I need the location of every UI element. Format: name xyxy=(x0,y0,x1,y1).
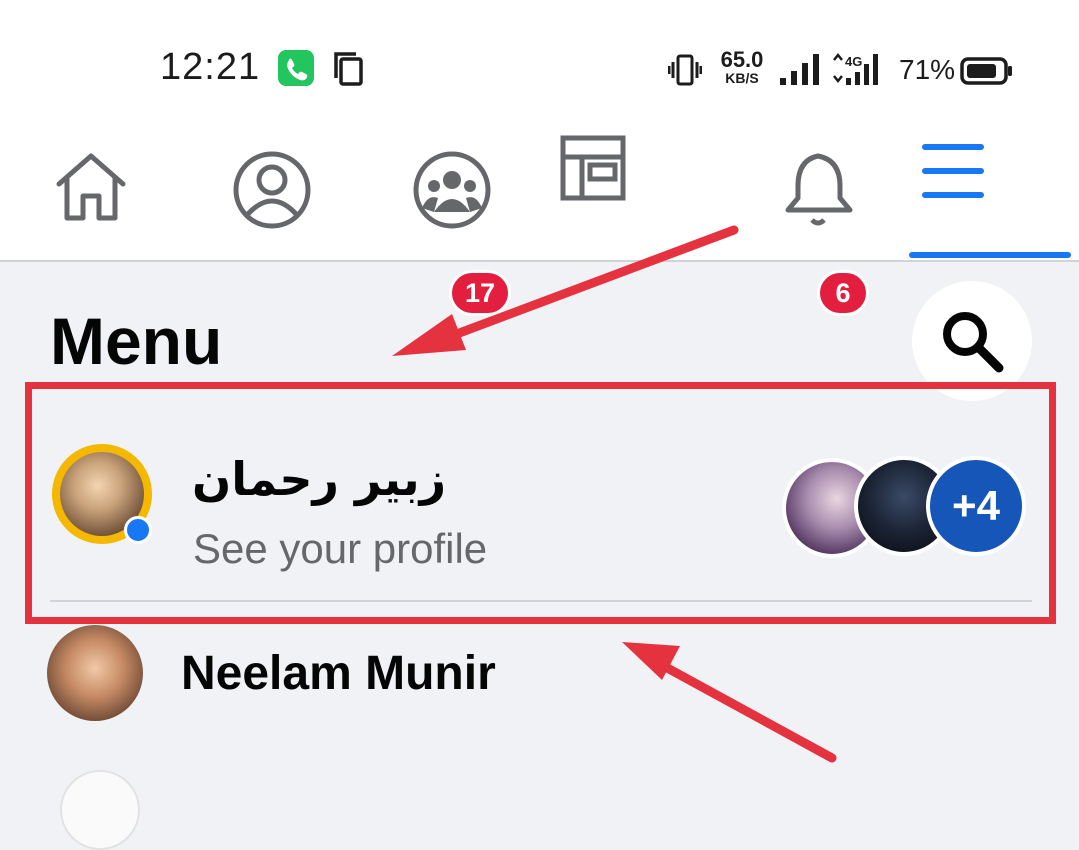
annotation-arrow-bottom xyxy=(622,642,837,763)
tab-home[interactable] xyxy=(16,130,166,260)
status-bar: 12:21 65.0 KB/S 4G 71% xyxy=(0,0,1079,130)
account-name[interactable]: Neelam Munir xyxy=(181,646,496,701)
annotation-highlight-box xyxy=(25,382,1056,624)
account-avatar[interactable] xyxy=(60,770,140,850)
tab-feeds[interactable] xyxy=(560,130,710,260)
top-navigation: 17 6 xyxy=(0,130,1079,316)
svg-text:4G: 4G xyxy=(845,54,862,69)
page-title: Menu xyxy=(50,304,223,378)
groups-badge: 17 xyxy=(449,270,511,316)
tab-notifications[interactable] xyxy=(745,130,895,260)
active-tab-indicator xyxy=(909,252,1071,258)
tab-menu[interactable] xyxy=(920,130,1070,260)
battery-percent: 71% xyxy=(899,54,956,85)
speed-value: 65.0 xyxy=(720,47,764,72)
speed-unit: KB/S xyxy=(725,70,759,86)
vibrate-icon xyxy=(667,54,703,86)
signal-icon xyxy=(778,52,824,86)
status-time: 12:21 xyxy=(160,46,261,88)
account-avatar[interactable] xyxy=(47,625,143,721)
copy-icon xyxy=(332,50,368,88)
tab-profile[interactable] xyxy=(195,130,345,260)
notifications-badge: 6 xyxy=(817,270,869,316)
4g-signal-icon: 4G xyxy=(830,50,892,86)
battery-icon xyxy=(960,57,1014,85)
network-speed: 65.0 KB/S xyxy=(716,47,768,86)
tab-groups[interactable] xyxy=(375,130,525,260)
call-icon xyxy=(278,50,314,86)
